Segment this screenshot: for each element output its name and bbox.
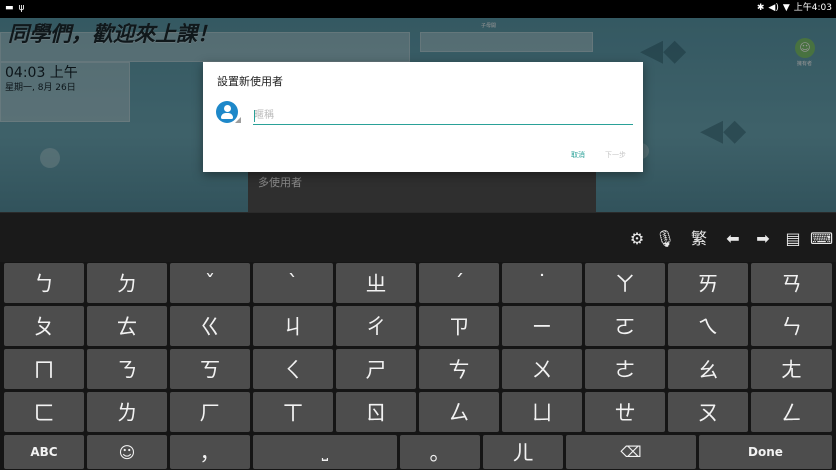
avatar-edit-corner-icon bbox=[235, 117, 241, 123]
key-k[interactable]: ㄎ bbox=[170, 349, 250, 389]
key-t[interactable]: ㄊ bbox=[87, 306, 167, 346]
arrow-left-icon[interactable]: ⬅ bbox=[722, 230, 744, 248]
key-o[interactable]: ㄛ bbox=[585, 306, 665, 346]
key-tone5[interactable]: ˙ bbox=[502, 263, 582, 303]
key-area: ㄅ ㄉ ˇ ˋ ㄓ ˊ ˙ ㄚ ㄞ ㄢ ㄆ ㄊ ㄍ ㄐ ㄔ ㄗ ㄧ ㄛ ㄟ ㄣ … bbox=[0, 261, 836, 470]
key-en[interactable]: ㄣ bbox=[751, 306, 832, 346]
key-n[interactable]: ㄋ bbox=[87, 349, 167, 389]
key-ch[interactable]: ㄔ bbox=[336, 306, 416, 346]
keyboard-toolbar: ⚙ 🎙 繁 ⬅ ➡ ▤ ⌨ bbox=[0, 212, 836, 262]
status-bar: ▬ ψ ✱ ◀) ▼ 上午4:03 bbox=[0, 0, 836, 18]
new-user-dialog: 設置新使用者 取消 下一步 bbox=[203, 62, 643, 172]
microphone-icon[interactable]: 🎙 bbox=[654, 230, 676, 248]
key-d[interactable]: ㄉ bbox=[87, 263, 167, 303]
key-ou[interactable]: ㄡ bbox=[668, 392, 748, 432]
wifi-icon: ▼ bbox=[782, 3, 790, 13]
key-x[interactable]: ㄒ bbox=[253, 392, 333, 432]
key-tone4[interactable]: ˋ bbox=[253, 263, 333, 303]
status-time: 上午4:03 bbox=[793, 3, 832, 13]
key-m[interactable]: ㄇ bbox=[4, 349, 84, 389]
arrow-right-icon[interactable]: ➡ bbox=[752, 230, 774, 248]
key-f[interactable]: ㄈ bbox=[4, 392, 84, 432]
key-q[interactable]: ㄑ bbox=[253, 349, 333, 389]
multiuser-label: 多使用者 bbox=[258, 176, 302, 189]
key-er[interactable]: ㄦ bbox=[483, 435, 563, 469]
keyboard-icon[interactable]: ⌨ bbox=[810, 230, 833, 248]
key-p[interactable]: ㄆ bbox=[4, 306, 84, 346]
backspace-key[interactable]: ⌫ bbox=[566, 435, 696, 469]
key-l[interactable]: ㄌ bbox=[87, 392, 167, 432]
abc-key[interactable]: ABC bbox=[4, 435, 84, 469]
key-tone2[interactable]: ˊ bbox=[419, 263, 499, 303]
space-key[interactable]: ⎵ bbox=[253, 435, 397, 469]
key-c[interactable]: ㄘ bbox=[419, 349, 499, 389]
period-key[interactable]: 。 bbox=[400, 435, 480, 469]
key-i[interactable]: ㄧ bbox=[502, 306, 582, 346]
key-tone3[interactable]: ˇ bbox=[170, 263, 250, 303]
key-r[interactable]: ㄖ bbox=[336, 392, 416, 432]
key-z[interactable]: ㄗ bbox=[419, 306, 499, 346]
key-b[interactable]: ㄅ bbox=[4, 263, 84, 303]
text-cursor bbox=[254, 110, 255, 122]
key-yu[interactable]: ㄩ bbox=[502, 392, 582, 432]
key-ei[interactable]: ㄟ bbox=[668, 306, 748, 346]
key-u[interactable]: ㄨ bbox=[502, 349, 582, 389]
key-ai[interactable]: ㄞ bbox=[668, 263, 748, 303]
comma-key[interactable]: ， bbox=[170, 435, 250, 469]
zhuyin-keyboard: ⚙ 🎙 繁 ⬅ ➡ ▤ ⌨ ㄅ ㄉ ˇ ˋ ㄓ ˊ ˙ ㄚ ㄞ ㄢ ㄆ ㄊ ㄍ … bbox=[0, 212, 836, 470]
key-h[interactable]: ㄏ bbox=[170, 392, 250, 432]
traditional-toggle[interactable]: 繁 bbox=[688, 230, 710, 248]
key-ao[interactable]: ㄠ bbox=[668, 349, 748, 389]
key-s[interactable]: ㄙ bbox=[419, 392, 499, 432]
multiuser-panel: 多使用者 bbox=[248, 166, 596, 212]
usb-icon: ψ bbox=[18, 3, 25, 13]
cancel-button[interactable]: 取消 bbox=[571, 150, 585, 160]
dialog-title: 設置新使用者 bbox=[217, 75, 283, 88]
backspace-icon: ⌫ bbox=[620, 443, 642, 461]
key-an[interactable]: ㄢ bbox=[751, 263, 832, 303]
key-zh[interactable]: ㄓ bbox=[336, 263, 416, 303]
emoji-icon: ☺ bbox=[118, 442, 136, 462]
key-sh[interactable]: ㄕ bbox=[336, 349, 416, 389]
key-ang[interactable]: ㄤ bbox=[751, 349, 832, 389]
key-eng[interactable]: ㄥ bbox=[751, 392, 832, 432]
emoji-key[interactable]: ☺ bbox=[87, 435, 167, 469]
image-icon: ▬ bbox=[5, 3, 14, 13]
nickname-input[interactable] bbox=[253, 107, 633, 125]
key-g[interactable]: ㄍ bbox=[170, 306, 250, 346]
clipboard-icon[interactable]: ▤ bbox=[782, 230, 804, 248]
next-button[interactable]: 下一步 bbox=[605, 150, 626, 160]
bluetooth-icon: ✱ bbox=[756, 3, 765, 13]
key-eh[interactable]: ㄝ bbox=[585, 392, 665, 432]
volume-icon: ◀) bbox=[768, 3, 779, 13]
settings-icon[interactable]: ⚙ bbox=[626, 230, 648, 248]
key-j[interactable]: ㄐ bbox=[253, 306, 333, 346]
space-icon: ⎵ bbox=[321, 442, 329, 461]
key-e[interactable]: ㄜ bbox=[585, 349, 665, 389]
done-key[interactable]: Done bbox=[699, 435, 832, 469]
key-a[interactable]: ㄚ bbox=[585, 263, 665, 303]
